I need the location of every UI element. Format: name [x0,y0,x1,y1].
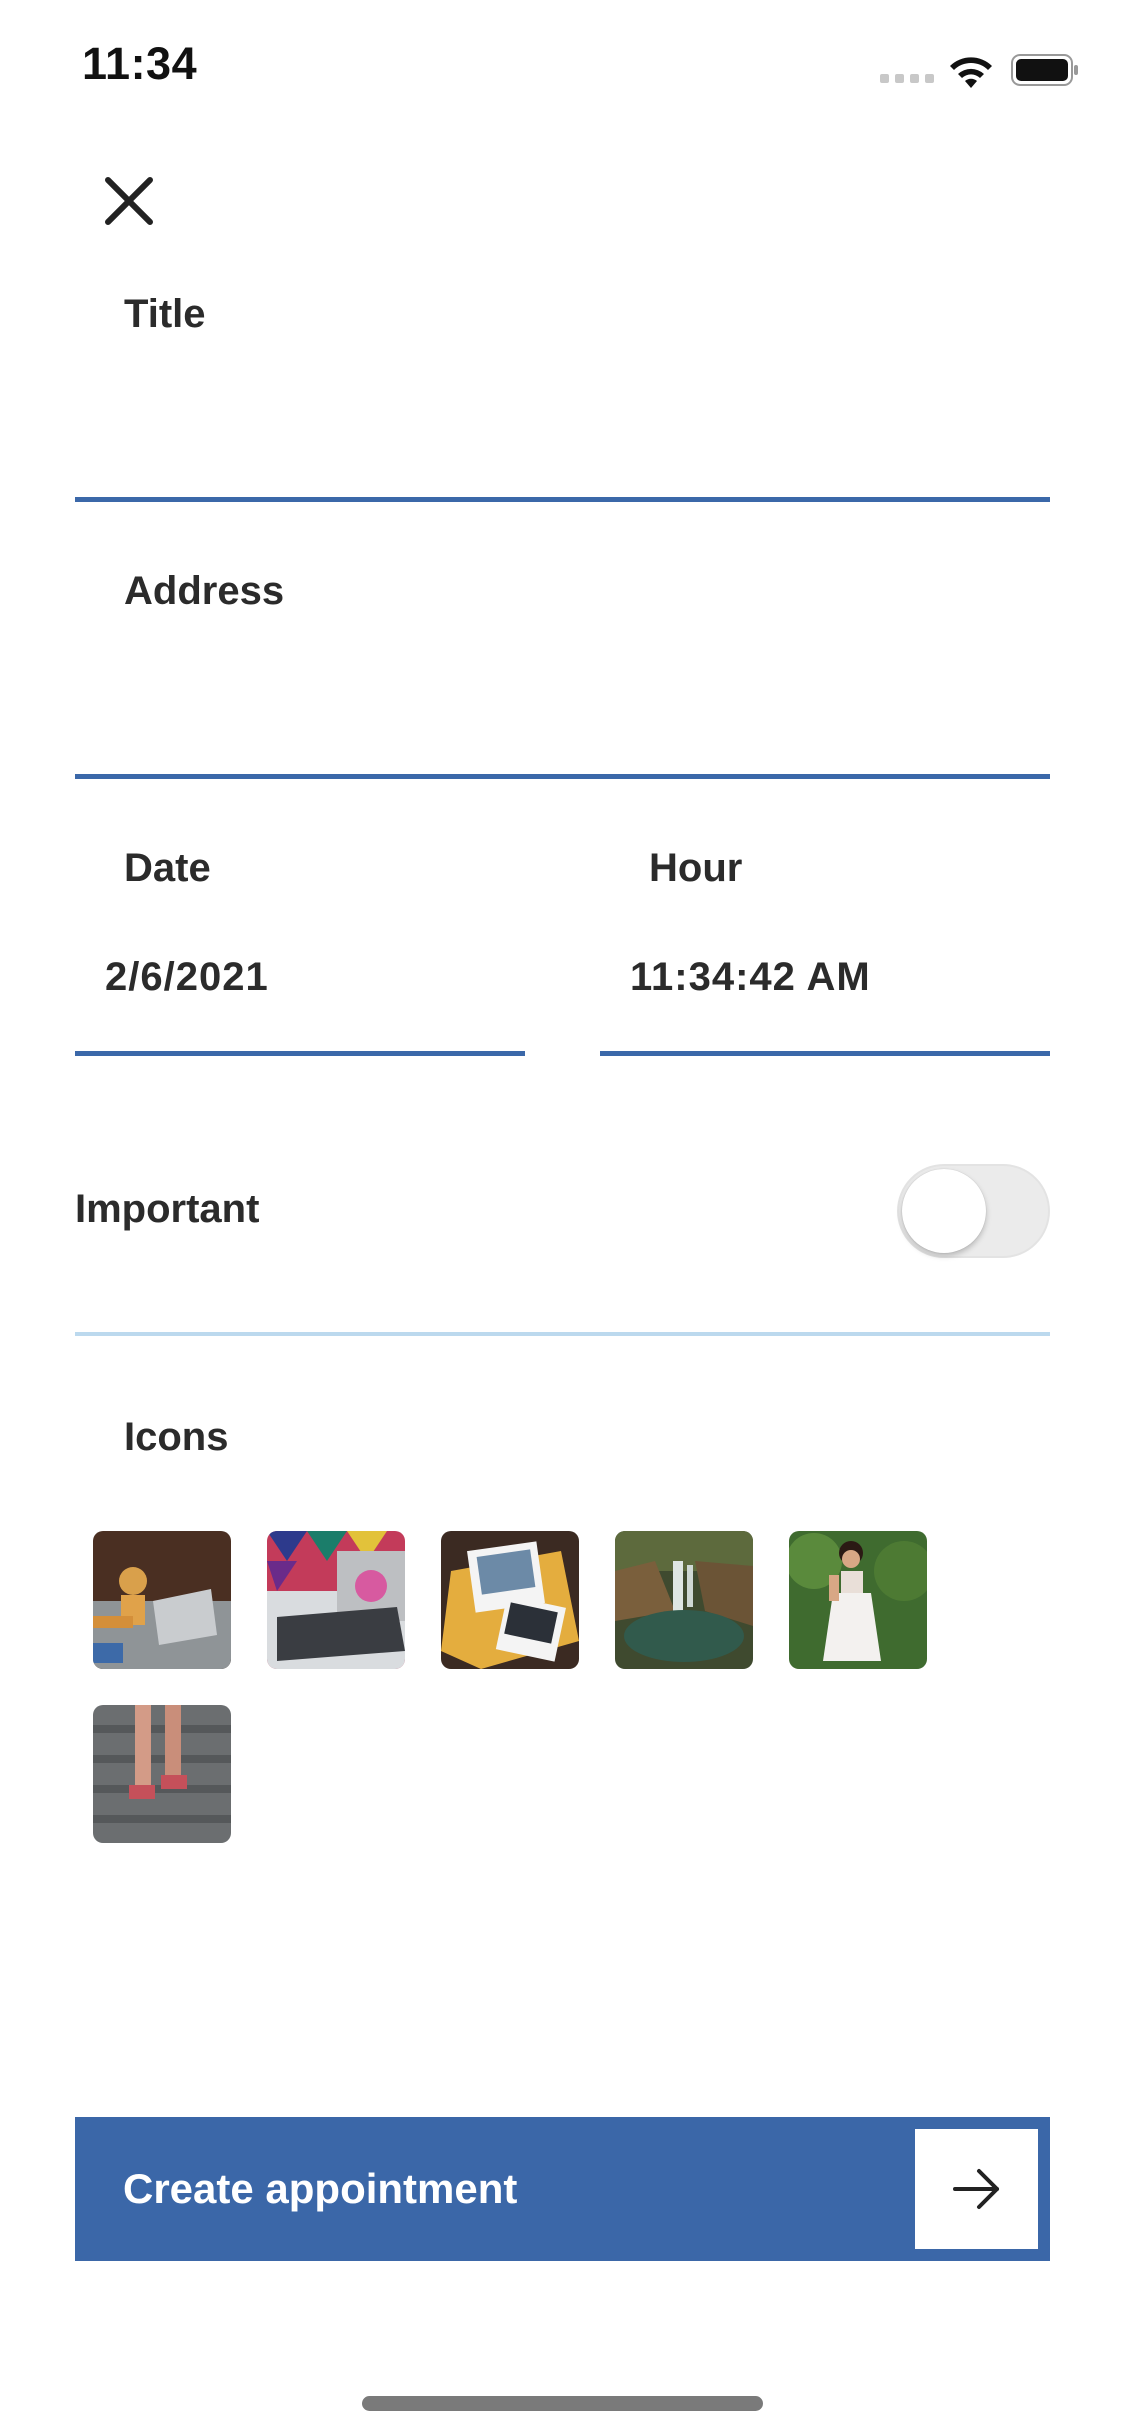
title-underline [75,497,1050,502]
create-appointment-button[interactable]: Create appointment [75,2117,1050,2261]
laptop-colorful-thumbnail[interactable] [267,1531,405,1669]
arrow-right-icon [953,2169,999,2209]
legs-stairs-thumbnail[interactable] [93,1705,231,1843]
cellular-signal-icon [880,74,936,84]
address-underline [75,774,1050,779]
toggle-knob [902,1169,986,1253]
date-underline [75,1051,525,1056]
arrow-button-box [915,2129,1038,2249]
robot-laptop-thumbnail[interactable] [93,1531,231,1669]
icons-label: Icons [124,1415,229,1459]
hour-label: Hour [649,846,743,890]
important-label: Important [75,1187,260,1231]
date-label: Date [124,846,211,890]
important-toggle[interactable] [897,1164,1050,1258]
wifi-icon [950,57,992,88]
polaroid-photos-thumbnail[interactable] [441,1531,579,1669]
address-input[interactable] [104,677,1048,759]
close-icon[interactable] [100,172,158,230]
hour-underline [600,1051,1050,1056]
status-time: 11:34 [82,38,198,89]
title-input[interactable] [104,400,1048,482]
create-appointment-label: Create appointment [123,2165,518,2212]
title-label: Title [124,292,206,336]
home-indicator [362,2396,763,2411]
address-label: Address [124,569,285,613]
battery-icon [1011,54,1078,86]
waterfall-thumbnail[interactable] [615,1531,753,1669]
hour-value[interactable]: 11:34:42 AM [630,955,871,1000]
important-divider [75,1332,1050,1336]
date-value[interactable]: 2/6/2021 [105,955,269,1000]
woman-white-dress-thumbnail[interactable] [789,1531,927,1669]
